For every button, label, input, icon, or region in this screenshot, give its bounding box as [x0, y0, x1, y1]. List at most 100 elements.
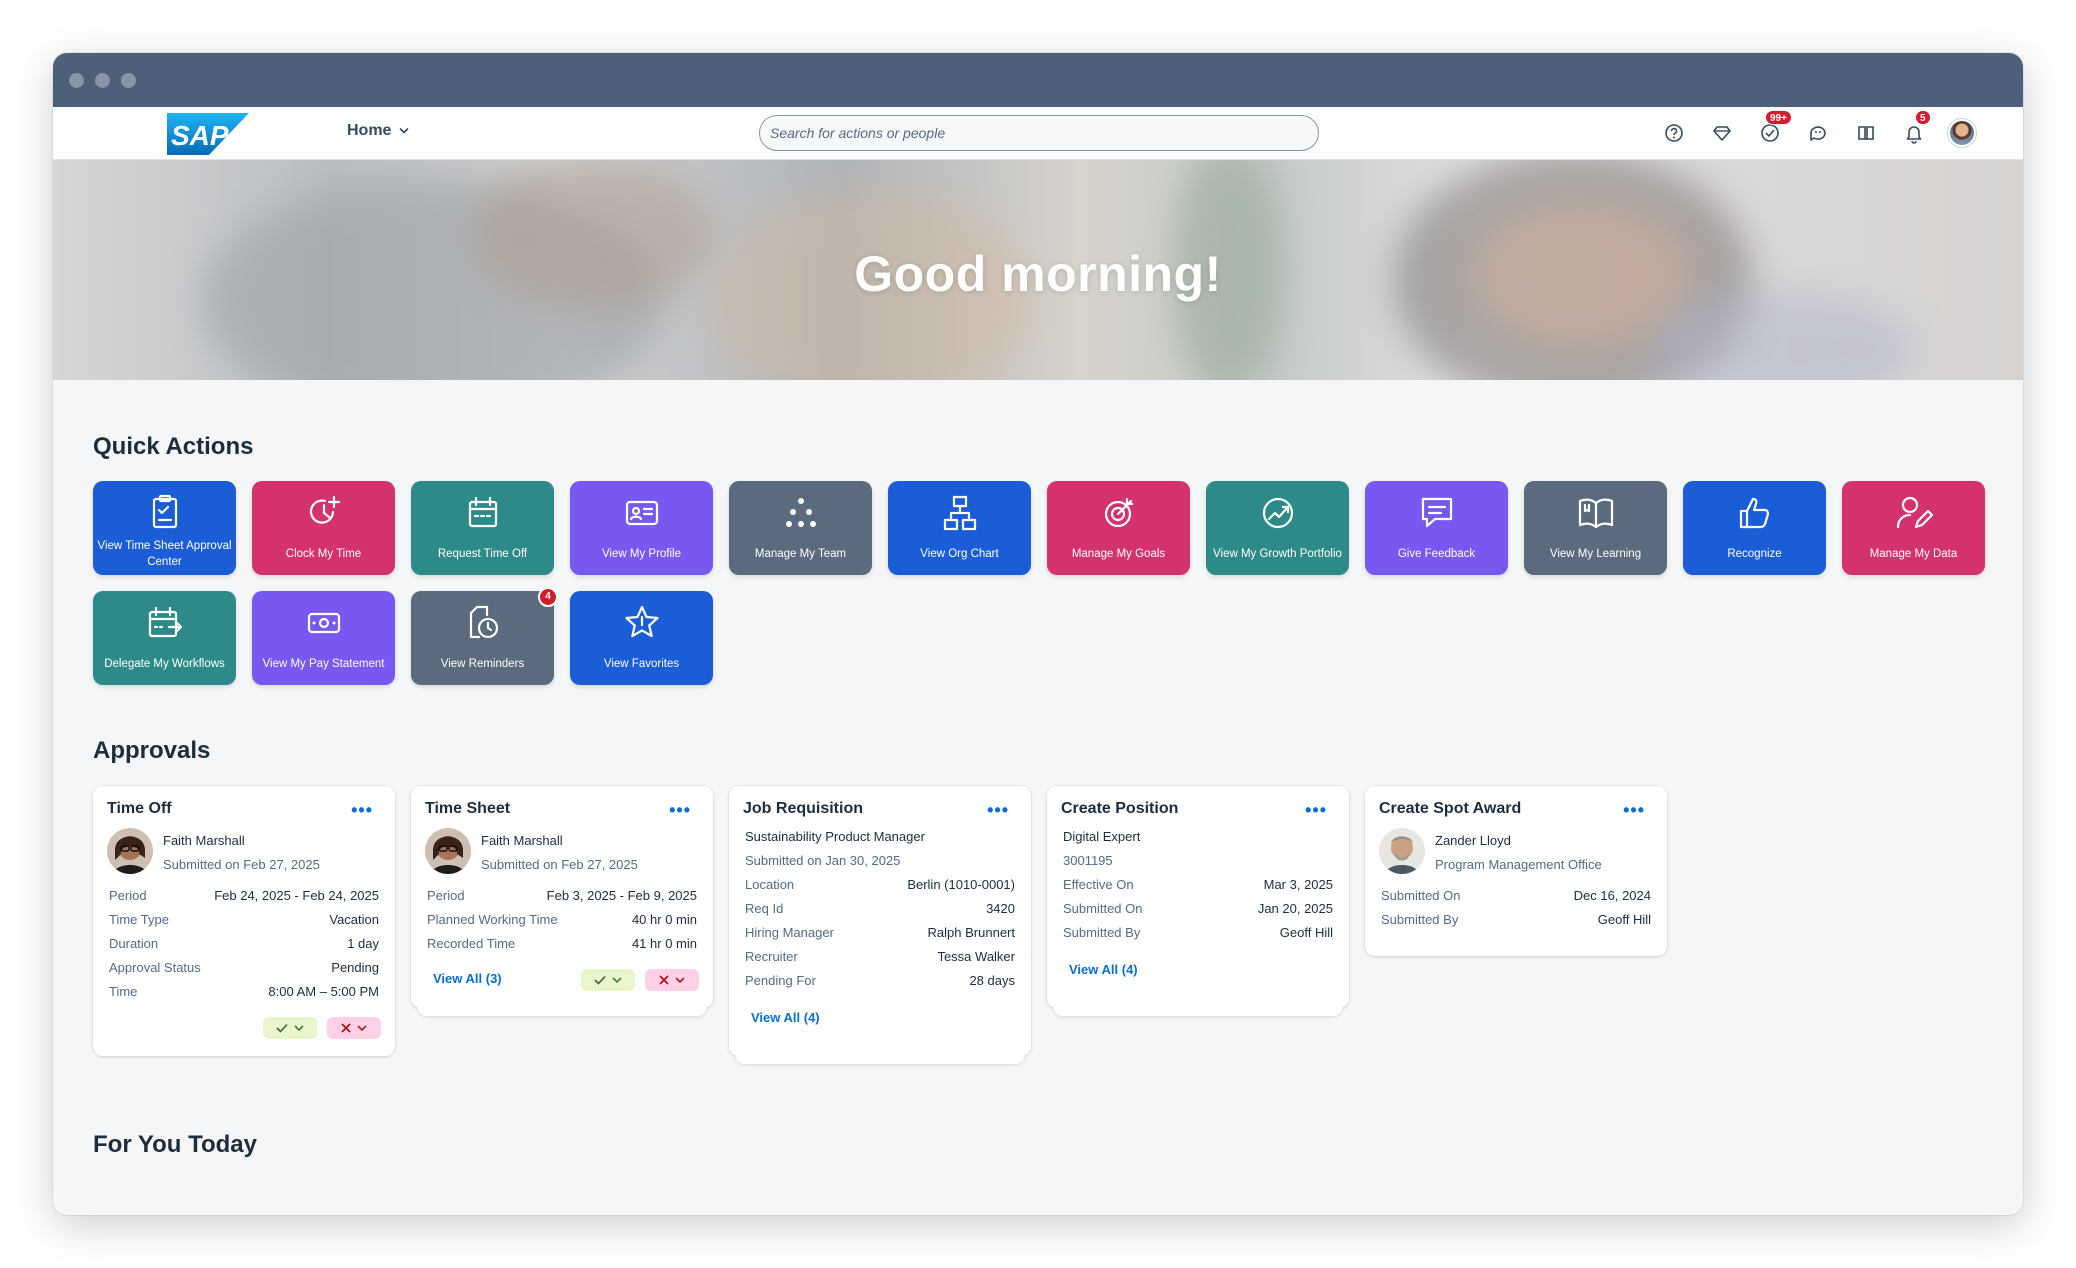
team-hierarchy-icon [729, 493, 872, 533]
home-menu[interactable]: Home [347, 122, 410, 140]
quick-action-label: Give Feedback [1397, 548, 1476, 560]
todo-badge: 99+ [1765, 110, 1792, 125]
calendar-forward-icon [93, 603, 236, 643]
sap-logo[interactable]: SAP [167, 113, 249, 155]
submitted-date: Submitted on Feb 27, 2025 [481, 857, 638, 872]
card-title: Time Off [107, 800, 172, 817]
quick-action-tile[interactable]: View Org Chart [888, 481, 1031, 575]
quick-action-tile[interactable]: View My Learning [1524, 481, 1667, 575]
quick-action-tile[interactable]: View Favorites [570, 591, 713, 685]
detail-row: Hiring Manager Ralph Brunnert [745, 925, 1015, 940]
close-icon [341, 1023, 351, 1033]
quick-action-label: Manage My Data [1869, 548, 1958, 560]
position-title: Digital Expert [1063, 829, 1141, 844]
todo-button[interactable]: 99+ [1759, 107, 1792, 160]
svg-text:SAP: SAP [171, 120, 229, 151]
quick-action-tile[interactable]: Manage My Goals [1047, 481, 1190, 575]
quick-action-tile[interactable]: View Reminders 4 [411, 587, 558, 685]
view-all-link[interactable]: View All (4) [751, 1010, 820, 1025]
window-close-dot[interactable] [69, 73, 84, 88]
approve-button[interactable] [263, 1017, 317, 1039]
detail-row: Time Type Vacation [109, 912, 379, 927]
approve-button[interactable] [581, 969, 635, 991]
position-title: Sustainability Product Manager [745, 829, 925, 844]
shell-bar: SAP Home 99+ 5 [53, 107, 2023, 160]
check-icon [594, 975, 606, 985]
help-icon[interactable] [1663, 122, 1685, 144]
thumbs-up-icon [1683, 493, 1826, 533]
person-name: Zander Lloyd [1435, 833, 1511, 848]
detail-row: Req Id 3420 [745, 901, 1015, 916]
submitted-date: Submitted on Jan 30, 2025 [745, 853, 901, 868]
reject-button[interactable] [645, 969, 699, 991]
book-icon[interactable] [1855, 122, 1877, 144]
card-title: Create Position [1061, 800, 1179, 817]
target-icon [1047, 493, 1190, 533]
quick-action-label: Clock My Time [285, 548, 362, 560]
star-icon [570, 603, 713, 643]
clipboard-check-icon [93, 493, 236, 533]
quick-action-tile[interactable]: View My Pay Statement [252, 591, 395, 685]
window-maximize-dot[interactable] [121, 73, 136, 88]
quick-action-tile[interactable]: Give Feedback [1365, 481, 1508, 575]
notifications-badge: 5 [1915, 110, 1931, 125]
time-off-card[interactable]: Time Off ••• Faith Marshall Submitted on… [93, 786, 395, 1056]
org-chart-icon [888, 493, 1031, 533]
reminder-clock-icon [411, 603, 554, 643]
detail-row: Time 8:00 AM – 5:00 PM [109, 984, 379, 999]
more-options-icon[interactable]: ••• [1305, 800, 1327, 821]
chevron-down-icon [675, 977, 685, 984]
person-name: Faith Marshall [481, 833, 563, 848]
avatar [425, 828, 471, 874]
window-minimize-dot[interactable] [95, 73, 110, 88]
quick-action-tile[interactable]: Manage My Data [1842, 481, 1985, 575]
quick-action-tile[interactable]: View My Growth Portfolio [1206, 481, 1349, 575]
more-options-icon[interactable]: ••• [987, 800, 1009, 821]
quick-action-label: Manage My Team [754, 548, 847, 560]
window-titlebar [53, 53, 2023, 107]
close-icon [659, 975, 669, 985]
quick-action-label: View Favorites [603, 658, 680, 670]
quick-action-label: View My Learning [1549, 548, 1642, 560]
id-card-icon [570, 493, 713, 533]
create-position-card[interactable]: Create Position ••• Digital Expert 30011… [1047, 786, 1349, 1016]
growth-chart-icon [1206, 493, 1349, 533]
reject-button[interactable] [327, 1017, 381, 1039]
quick-action-tile[interactable]: View Time Sheet Approval Center [93, 481, 236, 575]
user-avatar[interactable] [1948, 119, 1976, 147]
quick-action-label: Manage My Goals [1071, 548, 1166, 560]
quick-action-tile[interactable]: Recognize [1683, 481, 1826, 575]
browser-window: SAP Home 99+ 5 Good morning! Qui [53, 53, 2023, 1215]
detail-row: Effective On Mar 3, 2025 [1063, 877, 1333, 892]
time-sheet-card[interactable]: Time Sheet ••• Faith Marshall Submitted … [411, 786, 713, 1016]
greeting-text: Good morning! [854, 246, 1222, 302]
search-input[interactable] [759, 115, 1319, 151]
submitted-date: Submitted on Feb 27, 2025 [163, 857, 320, 872]
quick-action-tile[interactable]: View My Profile [570, 481, 713, 575]
detail-row: Duration 1 day [109, 936, 379, 951]
notifications-button[interactable]: 5 [1903, 107, 1933, 160]
more-options-icon[interactable]: ••• [1623, 800, 1645, 821]
quick-action-tile[interactable]: Clock My Time [252, 481, 395, 575]
user-edit-icon [1842, 493, 1985, 533]
more-options-icon[interactable]: ••• [351, 800, 373, 821]
spot-award-card[interactable]: Create Spot Award ••• Zander Lloyd Progr… [1365, 786, 1667, 956]
view-all-link[interactable]: View All (4) [1069, 962, 1138, 977]
quick-action-label: Delegate My Workflows [104, 658, 225, 670]
more-options-icon[interactable]: ••• [669, 800, 691, 821]
diamond-icon[interactable] [1711, 122, 1733, 144]
quick-action-label: View My Profile [601, 548, 682, 560]
view-all-link[interactable]: View All (3) [433, 971, 502, 986]
detail-row: Submitted On Jan 20, 2025 [1063, 901, 1333, 916]
open-book-icon [1524, 493, 1667, 533]
quick-action-tile[interactable]: Manage My Team [729, 481, 872, 575]
detail-row: Submitted On Dec 16, 2024 [1381, 888, 1651, 903]
count-badge: 4 [538, 587, 558, 607]
quick-action-tile[interactable]: Request Time Off [411, 481, 554, 575]
quick-action-label: View Reminders [440, 658, 525, 670]
chat-icon[interactable] [1807, 122, 1829, 144]
chevron-down-icon [357, 1025, 367, 1032]
job-requisition-card[interactable]: Job Requisition ••• Sustainability Produ… [729, 786, 1031, 1064]
quick-action-tile[interactable]: Delegate My Workflows [93, 591, 236, 685]
hero-banner: Good morning! [53, 160, 2023, 380]
